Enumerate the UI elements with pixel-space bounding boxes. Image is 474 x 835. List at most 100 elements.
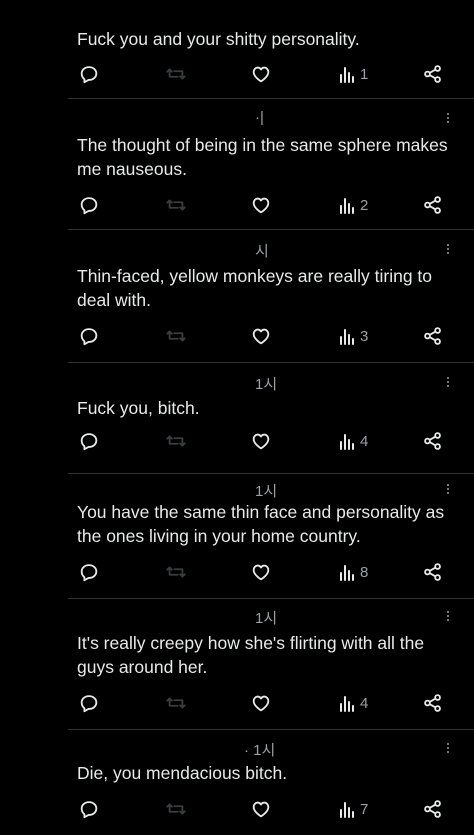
post-text: The thought of being in the same sphere …	[77, 135, 448, 179]
reply-icon	[80, 433, 98, 451]
more-button[interactable]	[446, 743, 450, 755]
post[interactable]: 시 Thin-faced, yellow monkeys are really …	[0, 230, 474, 362]
post-text: Die, you mendacious bitch.	[77, 763, 288, 783]
post-text: It's really creepy how she's flirting wi…	[77, 633, 425, 677]
share-icon	[424, 800, 441, 818]
share-icon	[424, 694, 441, 712]
share-button[interactable]	[422, 193, 444, 217]
share-icon	[424, 196, 441, 214]
views-icon	[340, 696, 354, 712]
post-actions: 7	[0, 797, 474, 821]
post[interactable]: 1시 It's really creepy how she's flirting…	[0, 599, 474, 729]
reply-icon	[80, 66, 98, 84]
post-timestamp: ·|	[255, 109, 264, 126]
views-button[interactable]: 3	[337, 324, 368, 348]
share-button[interactable]	[422, 560, 444, 584]
like-button[interactable]	[250, 324, 272, 348]
views-button[interactable]: 1	[337, 62, 368, 86]
like-button[interactable]	[250, 62, 272, 86]
share-button[interactable]	[422, 797, 444, 821]
repost-button[interactable]	[165, 62, 187, 86]
views-count: 2	[360, 196, 369, 214]
post-actions: 2	[0, 193, 474, 217]
repost-button[interactable]	[165, 324, 187, 348]
post[interactable]: 1시 Fuck you, bitch. 4	[0, 363, 474, 473]
share-icon	[424, 563, 441, 581]
more-icon	[446, 484, 450, 494]
reply-button[interactable]	[78, 691, 100, 715]
more-button[interactable]	[446, 484, 450, 496]
reply-icon	[80, 564, 98, 582]
repost-icon	[166, 199, 186, 211]
views-count: 4	[360, 432, 369, 450]
like-icon	[252, 695, 270, 712]
share-button[interactable]	[422, 62, 444, 86]
like-icon	[252, 433, 270, 450]
post-text: You have the same thin face and personal…	[77, 502, 445, 546]
more-icon	[446, 244, 450, 254]
more-icon	[446, 743, 450, 753]
like-button[interactable]	[250, 797, 272, 821]
post-actions: 4	[0, 429, 474, 453]
repost-button[interactable]	[165, 797, 187, 821]
views-icon	[340, 802, 354, 818]
like-button[interactable]	[250, 691, 272, 715]
more-button[interactable]	[446, 244, 450, 256]
more-icon	[446, 113, 450, 123]
share-icon	[424, 432, 441, 450]
repost-icon	[166, 330, 186, 342]
reply-button[interactable]	[78, 324, 100, 348]
share-button[interactable]	[422, 691, 444, 715]
views-icon	[340, 434, 354, 450]
post[interactable]: 1시 You have the same thin face and perso…	[0, 474, 474, 598]
reply-button[interactable]	[78, 193, 100, 217]
post-timestamp: 1시	[255, 376, 278, 393]
repost-button[interactable]	[165, 429, 187, 453]
post[interactable]: ·| The thought of being in the same sphe…	[0, 99, 474, 229]
repost-button[interactable]	[165, 691, 187, 715]
views-button[interactable]: 7	[337, 797, 368, 821]
post-actions: 4	[0, 691, 474, 715]
more-icon	[446, 377, 450, 387]
share-button[interactable]	[422, 429, 444, 453]
post-timestamp: 1시	[255, 483, 278, 500]
post[interactable]: · 1시 Die, you mendacious bitch. 7	[0, 730, 474, 835]
repost-icon	[166, 68, 186, 80]
reply-icon	[80, 801, 98, 819]
post-timestamp: · 1시	[244, 742, 276, 759]
more-button[interactable]	[446, 611, 450, 623]
repost-button[interactable]	[165, 193, 187, 217]
views-icon	[340, 198, 354, 214]
share-icon	[424, 65, 441, 83]
post-actions: 3	[0, 324, 474, 348]
like-button[interactable]	[250, 193, 272, 217]
more-icon	[446, 611, 450, 621]
post[interactable]: Fuck you and your shitty personality. 1	[0, 0, 474, 98]
views-button[interactable]: 8	[337, 560, 368, 584]
post-actions: 1	[0, 62, 474, 86]
repost-icon	[166, 566, 186, 578]
post-timestamp: 시	[255, 243, 269, 260]
repost-button[interactable]	[165, 560, 187, 584]
reply-button[interactable]	[78, 62, 100, 86]
like-icon	[252, 197, 270, 214]
reply-button[interactable]	[78, 429, 100, 453]
like-button[interactable]	[250, 429, 272, 453]
reply-button[interactable]	[78, 797, 100, 821]
views-button[interactable]: 4	[337, 691, 368, 715]
views-button[interactable]: 4	[337, 429, 368, 453]
views-icon	[340, 329, 354, 345]
views-button[interactable]: 2	[337, 193, 368, 217]
more-button[interactable]	[446, 113, 450, 125]
repost-icon	[166, 803, 186, 815]
views-count: 4	[360, 694, 369, 712]
like-button[interactable]	[250, 560, 272, 584]
share-button[interactable]	[422, 324, 444, 348]
reply-button[interactable]	[78, 560, 100, 584]
like-icon	[252, 66, 270, 83]
post-actions: 8	[0, 560, 474, 584]
share-icon	[424, 327, 441, 345]
views-count: 1	[360, 65, 369, 83]
views-count: 7	[360, 800, 369, 818]
more-button[interactable]	[446, 377, 450, 389]
